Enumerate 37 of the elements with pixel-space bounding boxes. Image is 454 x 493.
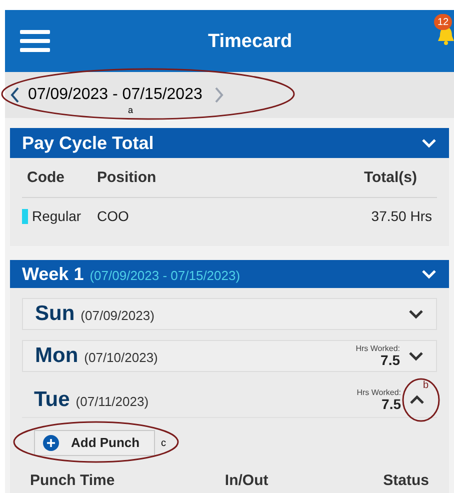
hours-value: 7.5 [382, 396, 401, 410]
day-name: Mon [35, 343, 78, 370]
day-row[interactable]: Sun (07/09/2023) [22, 298, 437, 330]
annotation-circle [402, 378, 440, 422]
pay-cycle-header[interactable]: Pay Cycle Total [10, 128, 449, 158]
annotation-label: a [128, 106, 134, 115]
day-row[interactable]: Mon (07/10/2023) Hrs Worked: 7.5 [22, 340, 437, 372]
column-header: Total(s) [364, 168, 417, 188]
date-range: 07/09/2023 - 07/15/2023 [28, 86, 202, 104]
plus-icon [43, 435, 59, 451]
column-header: Punch Time [30, 471, 116, 491]
section-title: Pay Cycle Total [22, 132, 154, 155]
menu-icon[interactable] [20, 29, 50, 53]
table-cell-text: 37.50 Hrs [371, 206, 432, 226]
week-date-range: (07/09/2023 - 07/15/2023) [90, 266, 240, 285]
hours-label: Hrs Worked: [356, 388, 401, 396]
day-date: (07/10/2023) [84, 349, 158, 368]
column-header: Status [383, 471, 429, 491]
column-header: Code [26, 168, 66, 188]
section-title: Week 1 [22, 262, 84, 286]
column-header: In/Out [224, 471, 268, 491]
notification-badge: 12 [434, 14, 452, 30]
hours-label: Hrs Worked: [356, 345, 400, 353]
week-header[interactable]: Week 1 (07/09/2023 - 07/15/2023) [10, 260, 449, 288]
annotation-label: b [423, 379, 429, 393]
screen-title: Timecard [208, 30, 292, 54]
column-header: Position [97, 168, 158, 188]
hours-value: 7.5 [380, 353, 400, 367]
day-date: (07/11/2023) [76, 392, 149, 411]
day-name: Sun [35, 301, 75, 328]
table-cell-text: Regular [32, 206, 82, 226]
add-punch-button[interactable]: Add Punch [34, 430, 155, 456]
annotation-label: c [161, 437, 166, 451]
day-date: (07/09/2023) [80, 307, 154, 326]
bell-icon[interactable] [438, 26, 454, 46]
table-cell-text: COO [97, 206, 130, 226]
day-name: Tue [34, 386, 70, 413]
